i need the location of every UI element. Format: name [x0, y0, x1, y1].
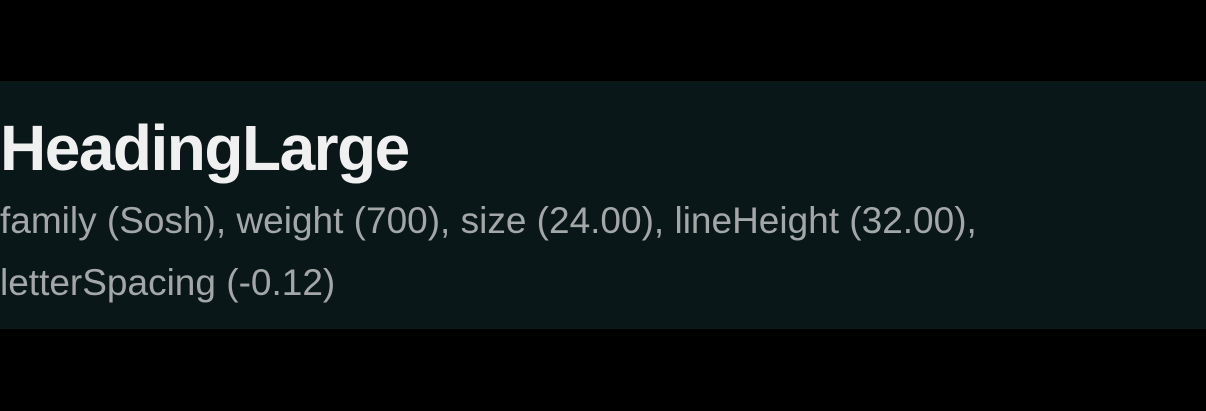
- token-name: HeadingLarge: [0, 112, 410, 184]
- token-description: family (Sosh), weight (700), size (24.00…: [0, 200, 977, 303]
